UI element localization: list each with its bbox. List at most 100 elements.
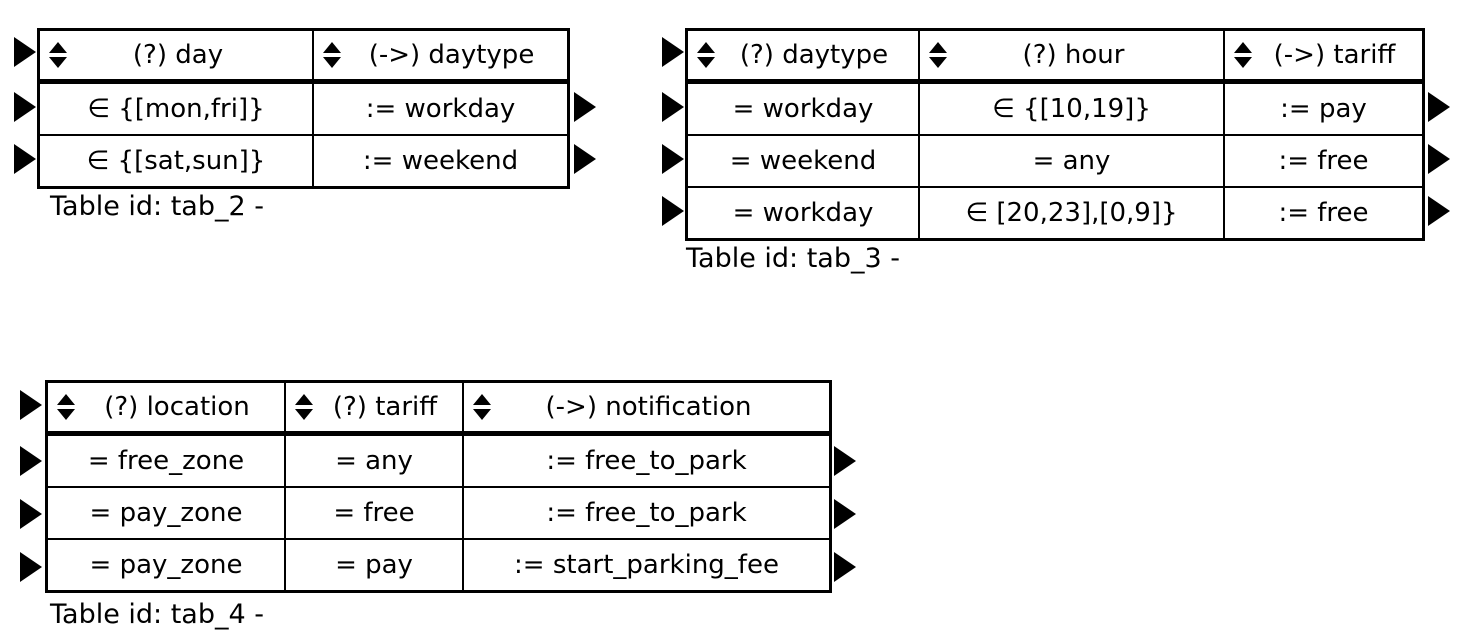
table-row[interactable]: ∈ {[mon,fri]} := workday (40, 82, 567, 134)
cell-action[interactable]: := free (1225, 134, 1422, 186)
triangle-up-icon[interactable] (473, 394, 491, 405)
cell-condition[interactable]: ∈ {[10,19]} (920, 82, 1225, 134)
row-marker-left-row-2[interactable] (662, 196, 684, 226)
triangle-up-icon[interactable] (323, 42, 341, 53)
cell-action[interactable]: := workday (314, 82, 567, 134)
cell-condition[interactable]: ∈ {[sat,sun]} (40, 134, 314, 186)
cell-action[interactable]: := pay (1225, 82, 1422, 134)
row-marker-right-row-0[interactable] (834, 446, 856, 476)
triangle-up-icon[interactable] (1234, 42, 1252, 53)
row-marker-left-row-0[interactable] (662, 92, 684, 122)
cell-text: := free (1278, 198, 1369, 228)
cell-action[interactable]: := free_to_park (464, 434, 829, 486)
row-marker-left-header[interactable] (662, 37, 684, 67)
cell-condition[interactable]: ∈ [20,23],[0,9]} (920, 186, 1225, 238)
row-marker-right-row-2[interactable] (1428, 196, 1450, 226)
cell-condition[interactable]: = weekend (688, 134, 920, 186)
sort-control[interactable] (696, 42, 716, 68)
header-cell-daytype[interactable]: (->) daytype (314, 31, 567, 82)
row-marker-right-row-1[interactable] (834, 499, 856, 529)
cell-text: := workday (365, 94, 516, 124)
sort-control[interactable] (928, 42, 948, 68)
cell-condition[interactable]: = pay_zone (48, 538, 286, 590)
cell-action[interactable]: := free_to_park (464, 486, 829, 538)
triangle-up-icon[interactable] (929, 42, 947, 53)
triangle-up-icon[interactable] (697, 42, 715, 53)
table-row[interactable]: = pay_zone = free := free_to_park (48, 486, 829, 538)
cell-condition[interactable]: = any (920, 134, 1225, 186)
table-row[interactable]: = workday ∈ [20,23],[0,9]} := free (688, 186, 1422, 238)
decision-table-tab_4: (?) location (?) tariff (->) notificatio… (20, 380, 856, 628)
table-caption-tab_4: Table id: tab_4 - (50, 599, 264, 630)
cell-action[interactable]: := free (1225, 186, 1422, 238)
row-marker-right-row-2[interactable] (834, 552, 856, 582)
row-marker-left-row-1[interactable] (662, 144, 684, 174)
cell-action[interactable]: := weekend (314, 134, 567, 186)
row-marker-left-header[interactable] (20, 390, 42, 420)
triangle-down-icon[interactable] (929, 57, 947, 68)
sort-control[interactable] (322, 42, 342, 68)
cell-text: := weekend (362, 146, 519, 176)
header-cell-location[interactable]: (?) location (48, 383, 286, 434)
sort-control[interactable] (472, 394, 492, 420)
row-marker-left-header[interactable] (14, 37, 36, 67)
decision-table-tab_2: (?) day (->) daytype ∈ {[mon,fri]}:= wo… (14, 28, 596, 220)
row-marker-left-row-0[interactable] (20, 446, 42, 476)
cell-condition[interactable]: = workday (688, 186, 920, 238)
header-label: (->) daytype (368, 40, 535, 70)
table-row[interactable]: ∈ {[sat,sun]} := weekend (40, 134, 567, 186)
row-marker-left-row-0[interactable] (14, 92, 36, 122)
row-marker-left-row-2[interactable] (20, 552, 42, 582)
table-row[interactable]: = free_zone = any := free_to_park (48, 434, 829, 486)
cell-text: := free_to_park (546, 498, 747, 528)
row-marker-right-row-0[interactable] (1428, 92, 1450, 122)
header-label: (->) tariff (1273, 40, 1396, 70)
cell-condition[interactable]: ∈ {[mon,fri]} (40, 82, 314, 134)
row-marker-left-row-1[interactable] (20, 499, 42, 529)
triangle-down-icon[interactable] (295, 409, 313, 420)
sort-control[interactable] (56, 394, 76, 420)
cell-condition[interactable]: = free (286, 486, 464, 538)
header-cell-day[interactable]: (?) day (40, 31, 314, 82)
cell-condition[interactable]: = workday (688, 82, 920, 134)
header-cell-hour[interactable]: (?) hour (920, 31, 1225, 82)
cell-text: = any (335, 446, 413, 476)
cell-condition[interactable]: = free_zone (48, 434, 286, 486)
table-row[interactable]: = weekend = any := free (688, 134, 1422, 186)
table-row[interactable]: = pay_zone = pay := start_parking_fee (48, 538, 829, 590)
decision-table-tab_3: (?) daytype (?) hour (->) tariff = workd… (662, 28, 1450, 272)
triangle-up-icon[interactable] (295, 394, 313, 405)
triangle-up-icon[interactable] (57, 394, 75, 405)
cell-condition[interactable]: = any (286, 434, 464, 486)
table-header-row: (?) location (?) tariff (->) notificatio… (48, 383, 829, 434)
cell-text: = pay_zone (89, 550, 243, 580)
triangle-down-icon[interactable] (57, 409, 75, 420)
table-header-row: (?) day (->) daytype (40, 31, 567, 82)
triangle-down-icon[interactable] (697, 57, 715, 68)
cell-text: := free (1278, 146, 1369, 176)
header-cell-daytype[interactable]: (?) daytype (688, 31, 920, 82)
header-cell-tariff[interactable]: (->) tariff (1225, 31, 1422, 82)
row-marker-left-row-1[interactable] (14, 144, 36, 174)
table-row[interactable]: = workday ∈ {[10,19]} := pay (688, 82, 1422, 134)
sort-control[interactable] (1233, 42, 1253, 68)
header-label: (?) hour (1022, 40, 1125, 70)
triangle-down-icon[interactable] (1234, 57, 1252, 68)
header-cell-tariff[interactable]: (?) tariff (286, 383, 464, 434)
cell-action[interactable]: := start_parking_fee (464, 538, 829, 590)
triangle-down-icon[interactable] (49, 57, 67, 68)
header-label: (?) daytype (739, 40, 889, 70)
cell-condition[interactable]: = pay (286, 538, 464, 590)
cell-condition[interactable]: = pay_zone (48, 486, 286, 538)
row-marker-right-row-1[interactable] (574, 144, 596, 174)
sort-control[interactable] (48, 42, 68, 68)
sort-control[interactable] (294, 394, 314, 420)
triangle-down-icon[interactable] (323, 57, 341, 68)
header-label: (?) tariff (332, 392, 438, 422)
triangle-up-icon[interactable] (49, 42, 67, 53)
row-marker-right-row-0[interactable] (574, 92, 596, 122)
decision-tables-page: { "page": { "background": "#ffffff", "fo… (0, 0, 1462, 644)
row-marker-right-row-1[interactable] (1428, 144, 1450, 174)
header-cell-notification[interactable]: (->) notification (464, 383, 829, 434)
triangle-down-icon[interactable] (473, 409, 491, 420)
